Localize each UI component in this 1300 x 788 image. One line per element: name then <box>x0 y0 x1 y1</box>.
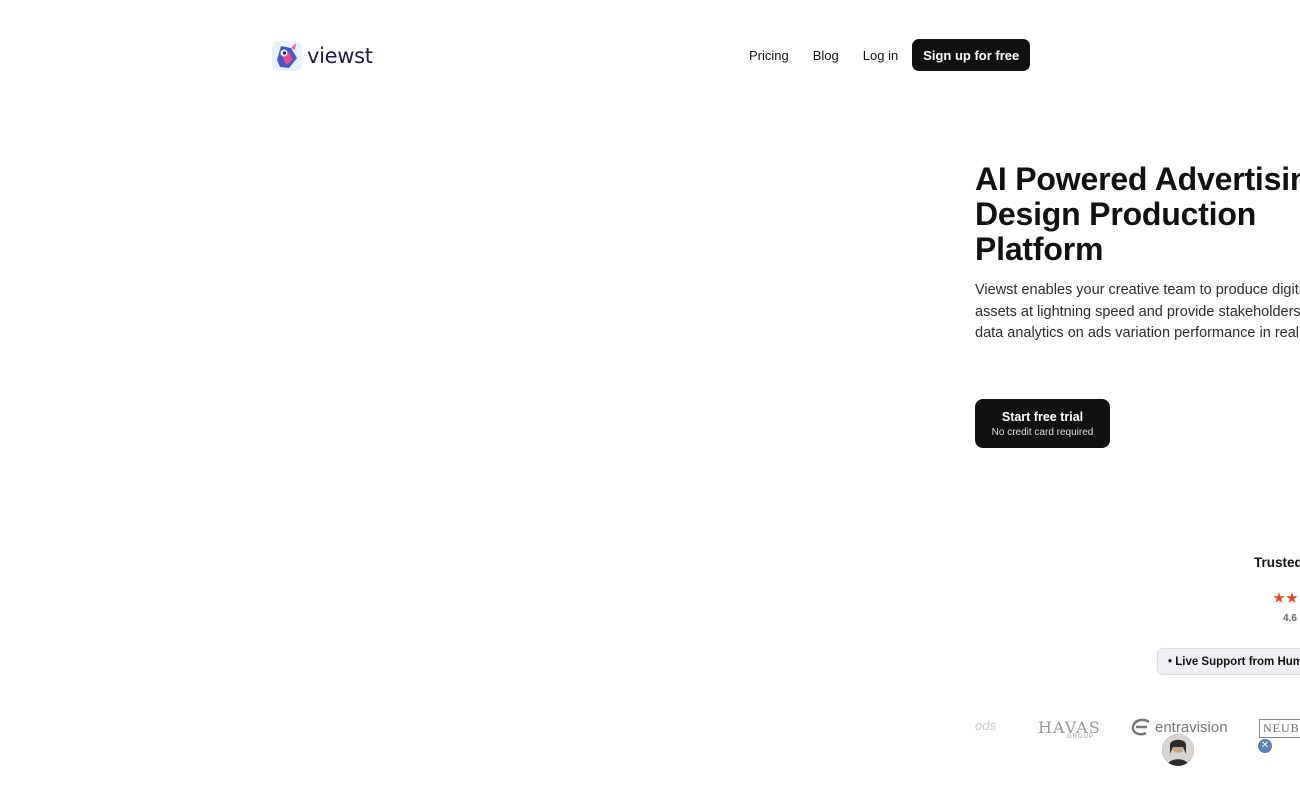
star-icon <box>1286 592 1298 603</box>
client-logo-havas-sub: GROUP <box>1067 734 1095 740</box>
support-pill: • Live Support from Humans <box>1157 648 1300 675</box>
signup-button[interactable]: Sign up for free <box>912 39 1031 71</box>
start-trial-label: Start free trial <box>1001 409 1084 424</box>
brand-name: viewst <box>307 44 373 68</box>
rating-value: 4.6 <box>1283 613 1297 624</box>
trusted-heading: Trusted <box>1254 555 1300 570</box>
client-logo-neuberger: NEUBE <box>1259 719 1300 738</box>
nav-link-login[interactable]: Log in <box>851 48 910 63</box>
client-logo-partial: ods <box>975 718 996 733</box>
top-nav: Pricing Blog Log in Sign up for free <box>737 39 1031 71</box>
viewst-logo-icon <box>272 41 302 71</box>
entravision-label: entravision <box>1155 718 1228 736</box>
entravision-mark-icon <box>1131 718 1150 736</box>
star-icon <box>1273 592 1285 603</box>
brand-logo[interactable]: viewst <box>271 40 373 72</box>
start-trial-sublabel: No credit card required <box>991 426 1094 438</box>
close-chat-button[interactable]: ✕ <box>1258 739 1272 753</box>
nav-link-pricing[interactable]: Pricing <box>737 48 801 63</box>
hero-title: AI Powered Advertising Design Production… <box>975 161 1300 267</box>
nav-link-blog[interactable]: Blog <box>801 48 851 63</box>
start-trial-button[interactable]: Start free trial No credit card required <box>975 399 1110 448</box>
rating-stars <box>1273 592 1298 604</box>
support-avatar[interactable] <box>1162 734 1194 766</box>
person-icon <box>1162 734 1194 766</box>
hero-description: Viewst enables your creative team to pro… <box>975 282 1300 342</box>
